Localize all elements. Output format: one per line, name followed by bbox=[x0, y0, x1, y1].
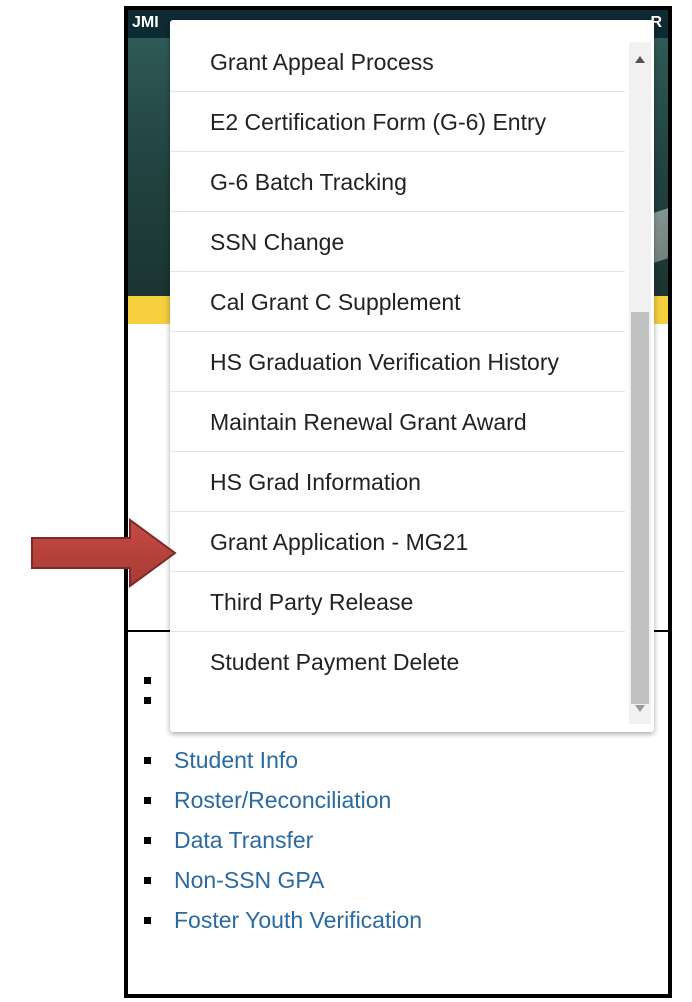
menu-item-hs-grad-information[interactable]: HS Grad Information bbox=[170, 452, 625, 512]
top-bar-left-text: JMI bbox=[132, 14, 159, 31]
bullet-icon bbox=[144, 837, 151, 844]
menu-item-cal-grant-c-supplement[interactable]: Cal Grant C Supplement bbox=[170, 272, 625, 332]
nav-link-data-transfer[interactable]: Data Transfer bbox=[138, 820, 422, 860]
nav-link-list-visible: Student Info Roster/Reconciliation Data … bbox=[138, 740, 422, 940]
bullet-icon bbox=[144, 677, 151, 684]
menu-item-ssn-change[interactable]: SSN Change bbox=[170, 212, 625, 272]
nav-link-foster-youth-verification[interactable]: Foster Youth Verification bbox=[138, 900, 422, 940]
menu-item-hs-graduation-verification-history[interactable]: HS Graduation Verification History bbox=[170, 332, 625, 392]
bullet-icon bbox=[144, 917, 151, 924]
menu-item-e2-certification-form[interactable]: E2 Certification Form (G-6) Entry bbox=[170, 92, 625, 152]
dropdown-scrollbar[interactable] bbox=[629, 42, 651, 724]
nav-link-non-ssn-gpa[interactable]: Non-SSN GPA bbox=[138, 860, 422, 900]
scroll-up-arrow-icon[interactable] bbox=[635, 56, 645, 63]
nav-link-roster-reconciliation[interactable]: Roster/Reconciliation bbox=[138, 780, 422, 820]
nav-link-hidden-1[interactable] bbox=[138, 660, 174, 700]
dropdown-items: Grant Appeal Process E2 Certification Fo… bbox=[170, 32, 625, 692]
menu-item-grant-appeal-process[interactable]: Grant Appeal Process bbox=[170, 32, 625, 92]
dropdown-menu[interactable]: Grant Appeal Process E2 Certification Fo… bbox=[170, 20, 654, 732]
bullet-icon bbox=[144, 697, 151, 704]
red-arrow-annotation-icon bbox=[31, 518, 177, 588]
scrollbar-thumb[interactable] bbox=[631, 312, 649, 704]
nav-link-list bbox=[138, 660, 174, 704]
menu-item-g6-batch-tracking[interactable]: G-6 Batch Tracking bbox=[170, 152, 625, 212]
menu-item-third-party-release[interactable]: Third Party Release bbox=[170, 572, 625, 632]
bullet-icon bbox=[144, 877, 151, 884]
scroll-down-arrow-icon[interactable] bbox=[635, 705, 645, 712]
menu-item-grant-application-mg21[interactable]: Grant Application - MG21 bbox=[170, 512, 625, 572]
bullet-icon bbox=[144, 757, 151, 764]
menu-item-student-payment-delete[interactable]: Student Payment Delete bbox=[170, 632, 625, 692]
menu-item-maintain-renewal-grant-award[interactable]: Maintain Renewal Grant Award bbox=[170, 392, 625, 452]
bullet-icon bbox=[144, 797, 151, 804]
nav-link-student-info[interactable]: Student Info bbox=[138, 740, 422, 780]
